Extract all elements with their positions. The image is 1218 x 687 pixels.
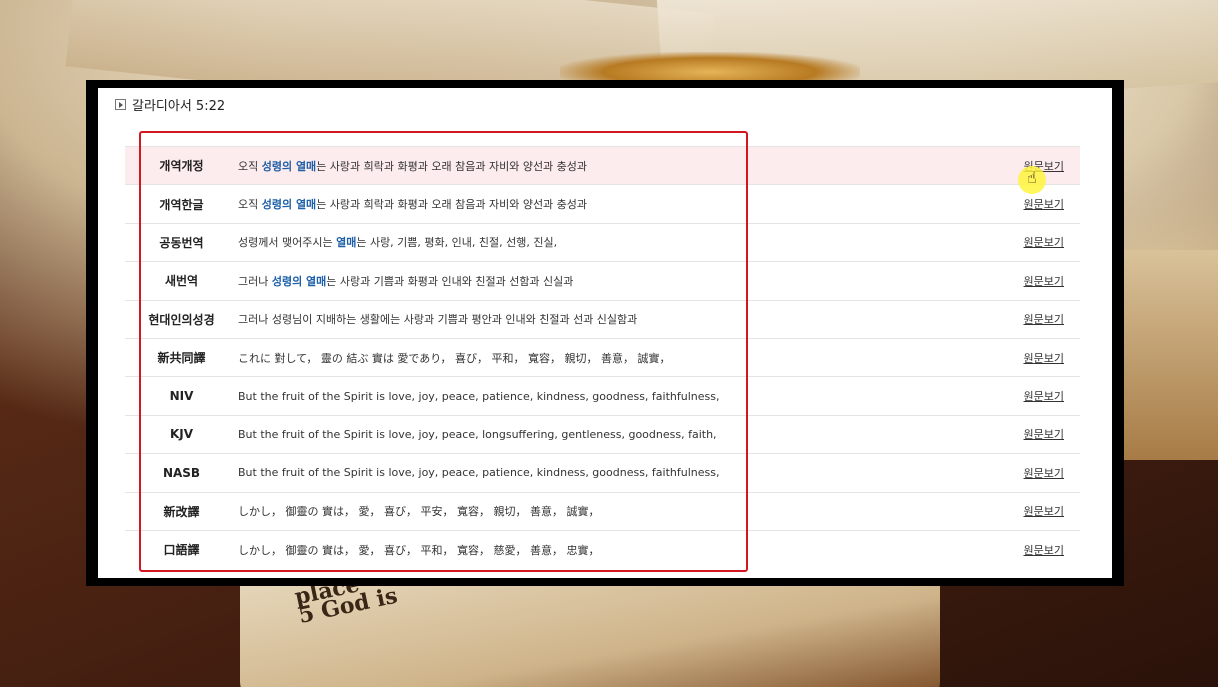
verse-text: しかし， 御靈の 實は， 愛， 喜び， 平和， 寬容， 慈愛， 善意， 忠實， [238, 542, 1004, 558]
original-text-link[interactable]: 원문보기 [1004, 311, 1064, 327]
table-row: 新改譯 しかし， 御靈の 實は， 愛， 喜び， 平安， 寬容， 親切， 善意， 誠… [125, 491, 1080, 530]
original-text-link[interactable]: 원문보기 [1004, 196, 1064, 212]
verse-text-after: 는 사랑과 희락과 화평과 오래 참음과 자비와 양선과 충성과 [316, 198, 588, 212]
version-name: NASB [162, 465, 201, 480]
table-row: 개역한글 오직 성령의 열매는 사랑과 희락과 화평과 오래 참음과 자비와 양선… [125, 184, 1080, 222]
version-name: 개역한글 [159, 197, 204, 212]
versions-table: 개역개정 오직 성령의 열매는 사랑과 희락과 화평과 오래 참음과 자비와 양선… [125, 146, 1080, 568]
version-name: 현대인의성경 [148, 312, 215, 327]
version-name: 口語譯 [163, 543, 200, 558]
verse-text-before: これに 對して， 靈の 結ぶ 實は 愛であり， 喜び， 平和， 寬容， 親切， … [238, 351, 671, 365]
play-icon[interactable] [115, 98, 126, 110]
verse-text-before: 오직 [238, 159, 262, 173]
verse-text-after: 는 사랑과 희락과 화평과 오래 참음과 자비와 양선과 충성과 [316, 159, 588, 173]
verse-text: 성령께서 맺어주시는 열매는 사랑, 기쁨, 평화, 인내, 친절, 선행, 진… [238, 234, 1004, 250]
original-text-link[interactable]: 원문보기 [1004, 388, 1064, 404]
verse-keyword: 열매 [336, 236, 357, 250]
verse-keyword: 성령의 열매 [271, 274, 327, 288]
verse-keyword: 성령의 열매 [261, 159, 317, 173]
version-name: 공동번역 [159, 235, 204, 250]
original-text-link[interactable]: 원문보기 [1004, 465, 1064, 481]
verse-text-before: But the fruit of the Spirit is love, joy… [238, 466, 720, 480]
table-row: 口語譯 しかし， 御靈の 實は， 愛， 喜び， 平和， 寬容， 慈愛， 善意， 忠… [125, 529, 1080, 568]
verse-text-before: しかし， 御靈の 實は， 愛， 喜び， 平和， 寬容， 慈愛， 善意， 忠實， [238, 543, 600, 557]
verse-text: しかし， 御靈の 實は， 愛， 喜び， 平安， 寬容， 親切， 善意， 誠實， [238, 503, 1004, 519]
verse-text-after: 는 사랑, 기쁨, 평화, 인내, 친절, 선행, 진실, [356, 236, 558, 250]
verse-text-before: しかし， 御靈の 實は， 愛， 喜び， 平安， 寬容， 親切， 善意， 誠實， [238, 505, 600, 519]
table-row: NASB But the fruit of the Spirit is love,… [125, 453, 1080, 491]
verse-text-before: But the fruit of the Spirit is love, joy… [238, 389, 720, 403]
verse-text-before: 오직 [238, 198, 262, 212]
original-text-link[interactable]: 원문보기 [1004, 542, 1064, 558]
original-text-link[interactable]: 원문보기 [1004, 350, 1064, 366]
verse-text: 오직 성령의 열매는 사랑과 희락과 화평과 오래 참음과 자비와 양선과 충성… [238, 196, 1004, 212]
verse-text: 오직 성령의 열매는 사랑과 희락과 화평과 오래 참음과 자비와 양선과 충성… [238, 158, 1004, 174]
original-text-link[interactable]: 원문보기 [1004, 234, 1064, 250]
table-row: 새번역 그러나 성령의 열매는 사랑과 기쁨과 화평과 인내와 친절과 선함과 신… [125, 261, 1080, 299]
table-row: 현대인의성경 그러나 성령님이 지배하는 생활에는 사랑과 기쁨과 평안과 인내와… [125, 299, 1080, 338]
version-name: 新共同譯 [157, 351, 206, 366]
table-row: KJV But the fruit of the Spirit is love, … [125, 414, 1080, 453]
version-name: KJV [169, 427, 194, 442]
verse-text: But the fruit of the Spirit is love, joy… [238, 428, 1004, 441]
table-row: 新共同譯 これに 對して， 靈の 結ぶ 實は 愛であり， 喜び， 平和， 寬容， … [125, 337, 1080, 376]
table-row: NIV But the fruit of the Spirit is love, … [125, 376, 1080, 414]
verse-text: 그러나 성령님이 지배하는 생활에는 사랑과 기쁨과 평안과 인내와 친절과 선… [238, 311, 1004, 327]
passage-heading: 갈라디아서 5:22 [115, 94, 225, 114]
version-name: 새번역 [164, 274, 199, 289]
version-name: 개역개정 [159, 159, 204, 174]
verse-text: 그러나 성령의 열매는 사랑과 기쁨과 화평과 인내와 친절과 선함과 신실과 [238, 273, 1004, 289]
verse-text-before: 그러나 성령님이 지배하는 생활에는 사랑과 기쁨과 평안과 인내와 친절과 선… [238, 313, 638, 327]
verse-text: But the fruit of the Spirit is love, joy… [238, 466, 1004, 479]
original-text-link[interactable]: 원문보기 [1004, 273, 1064, 289]
version-name: NIV [169, 389, 194, 404]
verse-text-before: 그러나 [238, 274, 272, 288]
verse-text: これに 對して， 靈の 結ぶ 實は 愛であり， 喜び， 平和， 寬容， 親切， … [238, 350, 1004, 366]
table-row: 개역개정 오직 성령의 열매는 사랑과 희락과 화평과 오래 참음과 자비와 양선… [125, 146, 1080, 185]
verse-text-before: But the fruit of the Spirit is love, joy… [238, 427, 717, 441]
table-row: 공동번역 성령께서 맺어주시는 열매는 사랑, 기쁨, 평화, 인내, 친절, 선… [125, 222, 1080, 261]
passage-title: 갈라디아서 5:22 [132, 98, 226, 114]
verse-keyword: 성령의 열매 [261, 198, 317, 212]
verse-text: But the fruit of the Spirit is love, joy… [238, 390, 1004, 403]
original-text-link[interactable]: 원문보기 [1004, 503, 1064, 519]
verse-text-after: 는 사랑과 기쁨과 화평과 인내와 친절과 선함과 신실과 [326, 274, 574, 288]
version-name: 新改譯 [163, 504, 200, 519]
background-book-edge-right [1122, 250, 1218, 460]
hand-pointer-icon: ☝ [1027, 168, 1037, 187]
original-text-link[interactable]: 원문보기 [1004, 426, 1064, 442]
verse-text-before: 성령께서 맺어주시는 [238, 236, 337, 250]
